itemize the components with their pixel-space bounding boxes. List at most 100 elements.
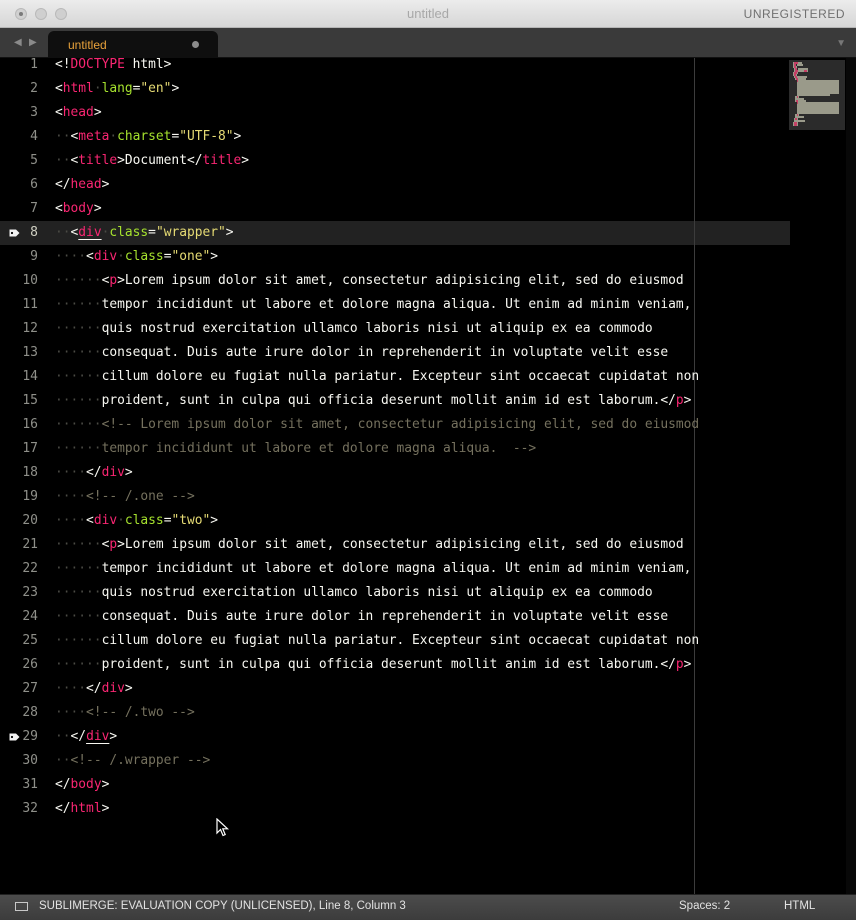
code-line[interactable]: ····<div·class="two"> [55,509,218,533]
code-line[interactable]: ······proident, sunt in culpa qui offici… [55,653,691,677]
line-number[interactable]: 28 [0,701,38,725]
line-number[interactable]: 20 [0,509,38,533]
line-number[interactable]: 12 [0,317,38,341]
code-line[interactable]: <head> [55,101,102,125]
code-line[interactable]: ··<div·class="wrapper"> [55,221,234,245]
code-token: > [241,153,250,168]
code-token: > [210,249,219,264]
line-number[interactable]: 1 [0,58,38,77]
code-line[interactable]: ··</div> [55,725,117,749]
code-line[interactable]: ······consequat. Duis aute irure dolor i… [55,605,668,629]
code-line[interactable]: ····<!-- /.two --> [55,701,195,725]
line-number[interactable]: 24 [0,605,38,629]
line-number[interactable]: 4 [0,125,38,149]
line-number[interactable]: 19 [0,485,38,509]
vertical-scrollbar[interactable] [846,58,856,894]
bookmark-tag-icon[interactable] [9,733,20,741]
code-token: head [70,177,102,192]
code-line[interactable]: ······<p>Lorem ipsum dolor sit amet, con… [55,533,684,557]
code-line[interactable]: </body> [55,773,109,797]
tab-untitled[interactable]: untitled [48,31,218,58]
indentation-selector[interactable]: Spaces: 2 [679,900,730,912]
code-line[interactable]: ······tempor incididunt ut labore et dol… [55,557,691,581]
code-token: html> [124,58,172,72]
minimap-line [796,124,798,126]
code-line[interactable]: <html·lang="en"> [55,77,179,101]
minimap-line [807,70,808,72]
code-token: ···· [55,681,87,696]
code-token: tempor incididunt ut labore et dolore ma… [101,441,537,456]
code-token: tempor incididunt ut labore et dolore ma… [101,561,692,576]
next-tab-icon[interactable]: ▶ [29,37,37,48]
code-text[interactable]: <!DOCTYPE html> <html·lang="en"> <head> ··<… [55,58,790,894]
code-line[interactable]: ······<p>Lorem ipsum dolor sit amet, con… [55,269,684,293]
code-token: html [62,81,94,96]
code-token: > [233,129,242,144]
code-line[interactable]: ····<!-- /.one --> [55,485,195,509]
code-token: > [101,177,110,192]
code-line[interactable]: ··<!-- /.wrapper --> [55,749,210,773]
code-line[interactable]: ······quis nostrud exercitation ullamco … [55,317,653,341]
minimap-line [806,76,807,78]
code-line[interactable]: ··<meta·charset="UTF-8"> [55,125,241,149]
line-number[interactable]: 23 [0,581,38,605]
code-line[interactable]: ······<!-- Lorem ipsum dolor sit amet, c… [55,413,699,437]
bookmark-tag-icon[interactable] [9,229,20,237]
code-token: cillum dolore eu fugiat nulla pariatur. … [101,369,700,384]
code-token: body [70,777,102,792]
line-number-gutter[interactable]: 1 2 3 4 5 6 7 8 9 10 11 12 13 14 15 16 17 18 19 20 21 22 23 24 2… [0,58,44,894]
line-number[interactable]: 17 [0,437,38,461]
line-number[interactable]: 22 [0,557,38,581]
panel-toggle-icon[interactable] [15,902,28,911]
line-number[interactable]: 11 [0,293,38,317]
line-number[interactable]: 7 [0,197,38,221]
previous-tab-icon[interactable]: ◀ [14,37,22,48]
code-line[interactable]: ····<div·class="one"> [55,245,218,269]
line-number[interactable]: 31 [0,773,38,797]
code-token: <! [55,58,71,72]
tab-menu-chevron-icon[interactable]: ▼ [836,38,846,49]
code-line[interactable]: ······proident, sunt in culpa qui offici… [55,389,691,413]
code-line[interactable]: ······consequat. Duis aute irure dolor i… [55,341,668,365]
line-number[interactable]: 9 [0,245,38,269]
registration-status: UNREGISTERED [743,7,845,21]
line-number[interactable]: 6 [0,173,38,197]
line-number[interactable]: 16 [0,413,38,437]
code-line[interactable]: ······tempor incididunt ut labore et dol… [55,293,691,317]
code-token: ······ [55,561,102,576]
line-number[interactable]: 25 [0,629,38,653]
line-number[interactable]: 13 [0,341,38,365]
line-number[interactable]: 3 [0,101,38,125]
line-number[interactable]: 26 [0,653,38,677]
code-token: <!-- /.wrapper --> [70,753,211,768]
code-line[interactable]: ····</div> [55,461,133,485]
line-number[interactable]: 18 [0,461,38,485]
line-number[interactable]: 5 [0,149,38,173]
code-token: tempor incididunt ut labore et dolore ma… [101,297,692,312]
editor-area[interactable]: 1 2 3 4 5 6 7 8 9 10 11 12 13 14 15 16 17 18 19 20 21 22 23 24 2… [0,58,856,894]
code-line[interactable]: </html> [55,797,109,821]
code-line[interactable]: <body> [55,197,102,221]
line-number[interactable]: 14 [0,365,38,389]
line-number[interactable]: 10 [0,269,38,293]
line-number[interactable]: 2 [0,77,38,101]
code-line[interactable]: <!DOCTYPE html> [55,58,171,77]
code-line[interactable]: ······cillum dolore eu fugiat nulla pari… [55,629,699,653]
code-line[interactable]: ··<title>Document</title> [55,149,249,173]
syntax-selector[interactable]: HTML [784,900,815,912]
line-number[interactable]: 21 [0,533,38,557]
code-token: </ [55,177,71,192]
minimap[interactable] [789,58,845,894]
code-line[interactable]: ······tempor incididunt ut labore et dol… [55,437,536,461]
line-number[interactable]: 32 [0,797,38,821]
code-token: div [101,681,125,696]
unsaved-dot-icon[interactable] [192,41,199,48]
line-number[interactable]: 15 [0,389,38,413]
line-number[interactable]: 27 [0,677,38,701]
code-line[interactable]: </head> [55,173,109,197]
code-line[interactable]: ······quis nostrud exercitation ullamco … [55,581,653,605]
code-line[interactable]: ······cillum dolore eu fugiat nulla pari… [55,365,699,389]
code-line[interactable]: ····</div> [55,677,133,701]
line-number[interactable]: 30 [0,749,38,773]
code-token: ·· [55,129,71,144]
